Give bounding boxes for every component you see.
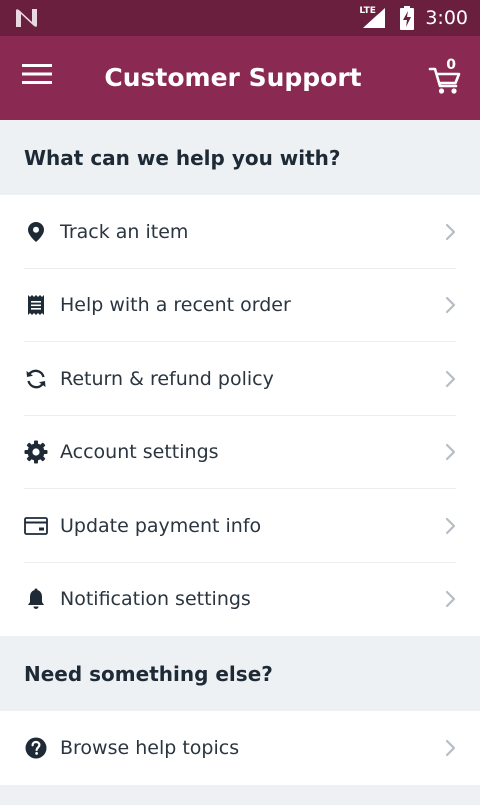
list-item-label: Browse help topics <box>60 736 240 759</box>
list-item-label: Help with a recent order <box>60 294 291 317</box>
chevron-right-icon <box>445 370 456 387</box>
list-item-label: Notification settings <box>60 588 251 611</box>
location-pin-icon <box>24 220 48 244</box>
page-title: Customer Support <box>104 63 362 92</box>
section-header-else: Need something else? <box>0 636 480 711</box>
list-item-notification-settings[interactable]: Notification settings <box>0 563 480 637</box>
chevron-right-icon <box>445 223 456 240</box>
notification-n-icon <box>14 7 40 29</box>
list-item-recent-order[interactable]: Help with a recent order <box>0 269 480 342</box>
help-circle-icon <box>24 736 48 760</box>
chevron-right-icon <box>445 739 456 756</box>
footer-band <box>0 784 480 805</box>
status-icons: LTE 3:00 <box>359 0 468 36</box>
network-type-label: LTE <box>359 6 376 16</box>
chevron-right-icon <box>445 517 456 534</box>
list-item-payment-info[interactable]: Update payment info <box>0 489 480 563</box>
chevron-right-icon <box>445 297 456 314</box>
list-item-return-refund[interactable]: Return & refund policy <box>0 342 480 416</box>
list-item-account-settings[interactable]: Account settings <box>0 416 480 489</box>
lte-signal-icon: LTE <box>359 6 389 30</box>
cart-count-badge: 0 <box>446 57 456 73</box>
list-item-label: Account settings <box>60 441 219 464</box>
credit-card-icon <box>24 514 48 538</box>
list-item-label: Update payment info <box>60 514 262 537</box>
battery-charging-icon <box>399 6 415 30</box>
app-bar: Customer Support 0 <box>0 36 480 120</box>
bell-icon <box>24 587 48 611</box>
chevron-right-icon <box>445 444 456 461</box>
list-item-track-item[interactable]: Track an item <box>0 195 480 269</box>
receipt-icon <box>24 293 48 317</box>
cart-icon <box>428 67 461 94</box>
support-content: What can we help you with? Track an item <box>0 120 480 805</box>
status-time: 3:00 <box>425 7 468 29</box>
gear-icon <box>24 440 48 464</box>
chevron-right-icon <box>445 591 456 608</box>
list-item-browse-help[interactable]: Browse help topics <box>0 711 480 785</box>
cart-button[interactable]: 0 <box>428 56 462 96</box>
list-item-label: Return & refund policy <box>60 367 274 390</box>
refresh-icon <box>24 367 48 391</box>
section-header-help: What can we help you with? <box>0 120 480 195</box>
help-options-list: Track an item Help with a recent order R… <box>0 195 480 636</box>
list-item-label: Track an item <box>60 220 189 243</box>
other-options-list: Browse help topics <box>0 711 480 785</box>
status-bar: LTE 3:00 <box>0 0 480 36</box>
